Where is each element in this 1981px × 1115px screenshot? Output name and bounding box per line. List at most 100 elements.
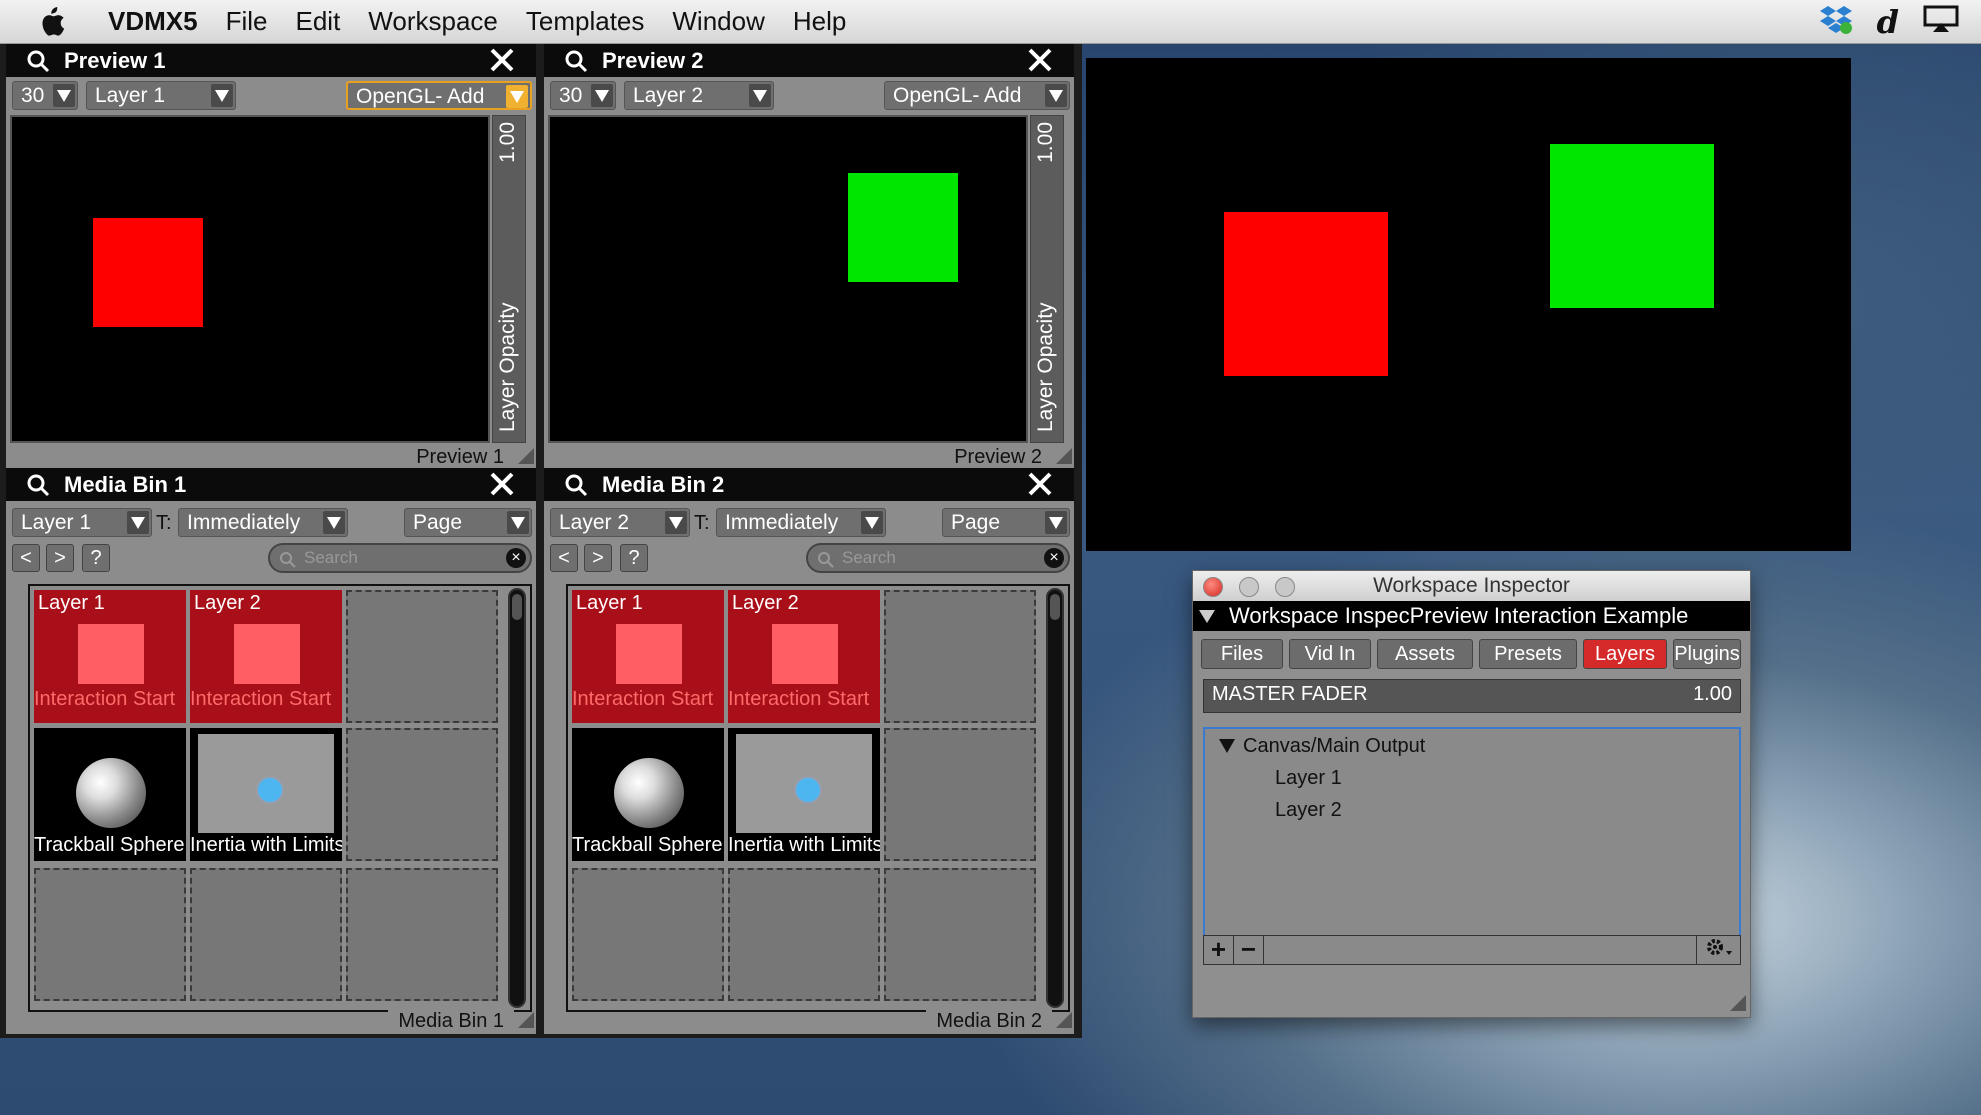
clip-cell[interactable]: Inertia with Limits: [190, 728, 342, 861]
menu-edit[interactable]: Edit: [295, 6, 340, 37]
resize-grip-icon[interactable]: [1730, 995, 1746, 1011]
clip-name: Inertia with Limits: [728, 833, 880, 857]
trigger-label: T:: [694, 512, 710, 534]
tab-layers[interactable]: Layers: [1583, 639, 1667, 669]
clip-cell[interactable]: Layer 2 Interaction Start: [728, 590, 880, 723]
clip-cell[interactable]: Layer 2 Interaction Start: [190, 590, 342, 723]
clip-cell[interactable]: Inertia with Limits: [728, 728, 880, 861]
magnifier-icon[interactable]: [564, 49, 588, 73]
empty-clip-slot[interactable]: [884, 590, 1036, 723]
help-button[interactable]: ?: [620, 544, 648, 572]
trigger-mode-dropdown[interactable]: Immediately: [716, 508, 886, 537]
magnifier-icon[interactable]: [564, 473, 588, 497]
menu-window[interactable]: Window: [672, 6, 764, 37]
zoom-window-button[interactable]: [1275, 577, 1295, 597]
workspace-inspector-window: Workspace Inspector Workspace InspecPrev…: [1192, 570, 1751, 1018]
apple-icon[interactable]: [36, 6, 80, 38]
tab-presets[interactable]: Presets: [1479, 639, 1577, 669]
add-layer-button[interactable]: +: [1204, 936, 1234, 964]
scrollbar-thumb[interactable]: [512, 594, 522, 620]
close-window-button[interactable]: [1203, 577, 1223, 597]
page-value: Page: [951, 511, 1001, 534]
scrollbar-thumb[interactable]: [1050, 594, 1060, 620]
layer-dropdown[interactable]: Layer 2: [624, 81, 774, 110]
clip-cell[interactable]: Trackball Sphere: [572, 728, 724, 861]
menu-workspace[interactable]: Workspace: [368, 6, 498, 37]
preview-1-canvas[interactable]: [10, 115, 490, 443]
airplay-icon[interactable]: [1923, 5, 1959, 40]
resize-grip-icon[interactable]: [518, 1012, 534, 1028]
menu-file[interactable]: File: [226, 6, 268, 37]
blend-mode-dropdown[interactable]: OpenGL- Add: [346, 81, 532, 110]
preview-1-footer-tab[interactable]: Preview 1: [406, 444, 514, 470]
prev-page-button[interactable]: <: [12, 544, 40, 572]
empty-clip-slot[interactable]: [346, 728, 498, 861]
disclosure-triangle-icon[interactable]: [1219, 739, 1235, 753]
empty-clip-slot[interactable]: [884, 728, 1036, 861]
empty-clip-slot[interactable]: [190, 868, 342, 1001]
media-bin-2-footer-tab[interactable]: Media Bin 2: [926, 1008, 1052, 1034]
dropbox-icon[interactable]: [1819, 4, 1853, 41]
tree-item-layer-1[interactable]: Layer 1: [1275, 767, 1342, 790]
clip-cell[interactable]: Layer 1 Interaction Start: [34, 590, 186, 723]
target-layer-dropdown[interactable]: Layer 2: [550, 508, 690, 537]
search-field[interactable]: Search ×: [806, 543, 1070, 573]
page-dropdown[interactable]: Page: [404, 508, 532, 537]
clear-search-icon[interactable]: ×: [1044, 548, 1064, 568]
search-field[interactable]: Search ×: [268, 543, 532, 573]
tree-item-layer-2[interactable]: Layer 2: [1275, 799, 1342, 822]
close-icon[interactable]: [1026, 470, 1054, 498]
gear-icon[interactable]: [1696, 936, 1740, 964]
inspector-header[interactable]: Workspace InspecPreview Interaction Exam…: [1193, 601, 1750, 631]
chevron-down-icon: [211, 84, 233, 107]
empty-clip-slot[interactable]: [346, 590, 498, 723]
prev-page-button[interactable]: <: [550, 544, 578, 572]
dictionary-icon[interactable]: d: [1877, 3, 1899, 41]
help-button[interactable]: ?: [82, 544, 110, 572]
clip-cell[interactable]: Trackball Sphere: [34, 728, 186, 861]
layer-dropdown[interactable]: Layer 1: [86, 81, 236, 110]
preview-2-canvas[interactable]: [548, 115, 1028, 443]
app-name-menu[interactable]: VDMX5: [108, 6, 198, 37]
tab-vid-in[interactable]: Vid In: [1289, 639, 1371, 669]
tab-files[interactable]: Files: [1201, 639, 1283, 669]
tab-assets[interactable]: Assets: [1377, 639, 1473, 669]
next-page-button[interactable]: >: [584, 544, 612, 572]
clip-cell[interactable]: Layer 1 Interaction Start: [572, 590, 724, 723]
resize-grip-icon[interactable]: [1056, 1012, 1072, 1028]
resize-grip-icon[interactable]: [1056, 448, 1072, 464]
empty-clip-slot[interactable]: [884, 868, 1036, 1001]
blend-mode-dropdown[interactable]: OpenGL- Add: [884, 81, 1070, 110]
layer-opacity-slider[interactable]: 1.00 Layer Opacity: [1030, 115, 1064, 443]
resize-grip-icon[interactable]: [518, 448, 534, 464]
close-icon[interactable]: [488, 470, 516, 498]
disclosure-triangle-icon[interactable]: [1199, 610, 1215, 623]
remove-layer-button[interactable]: −: [1234, 936, 1264, 964]
clear-search-icon[interactable]: ×: [506, 548, 526, 568]
empty-clip-slot[interactable]: [572, 868, 724, 1001]
empty-clip-slot[interactable]: [346, 868, 498, 1001]
fps-dropdown[interactable]: 30: [550, 81, 616, 110]
empty-clip-slot[interactable]: [728, 868, 880, 1001]
media-bin-1-footer-tab[interactable]: Media Bin 1: [388, 1008, 514, 1034]
target-layer-dropdown[interactable]: Layer 1: [12, 508, 152, 537]
minimize-window-button[interactable]: [1239, 577, 1259, 597]
menu-help[interactable]: Help: [793, 6, 846, 37]
tree-item-canvas[interactable]: Canvas/Main Output: [1243, 735, 1425, 758]
master-fader-slider[interactable]: MASTER FADER 1.00: [1203, 679, 1741, 713]
magnifier-icon[interactable]: [26, 49, 50, 73]
fps-dropdown[interactable]: 30: [12, 81, 78, 110]
page-dropdown[interactable]: Page: [942, 508, 1070, 537]
close-icon[interactable]: [1026, 46, 1054, 74]
layer-opacity-slider[interactable]: 1.00 Layer Opacity: [492, 115, 526, 443]
tab-plugins[interactable]: Plugins: [1673, 639, 1741, 669]
menu-templates[interactable]: Templates: [526, 6, 645, 37]
empty-clip-slot[interactable]: [34, 868, 186, 1001]
next-page-button[interactable]: >: [46, 544, 74, 572]
trigger-mode-dropdown[interactable]: Immediately: [178, 508, 348, 537]
magnifier-icon[interactable]: [26, 473, 50, 497]
vertical-scrollbar[interactable]: [508, 588, 526, 1008]
close-icon[interactable]: [488, 46, 516, 74]
vertical-scrollbar[interactable]: [1046, 588, 1064, 1008]
preview-2-footer-tab[interactable]: Preview 2: [944, 444, 1052, 470]
